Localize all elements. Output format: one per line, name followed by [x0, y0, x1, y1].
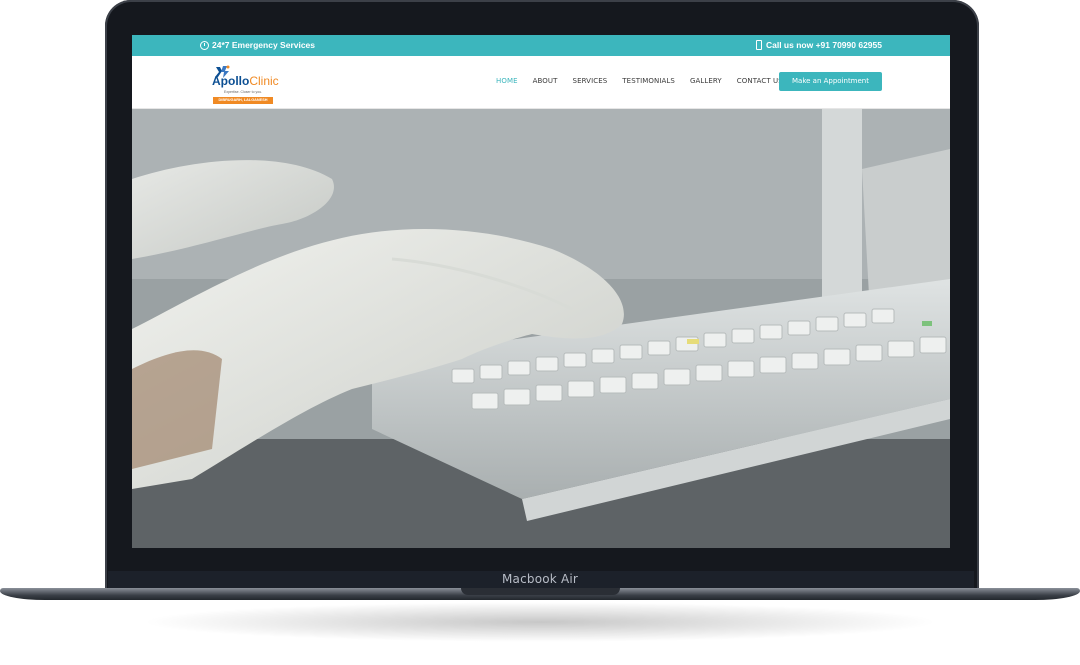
main-navbar: ApolloClinic Expertise. Closer to you. D… — [132, 56, 950, 109]
call-text[interactable]: Call us now +91 70990 62955 — [766, 40, 882, 50]
laptop-screen: 24*7 Emergency Services Call us now +91 … — [132, 35, 950, 548]
nav-testimonials[interactable]: TESTIMONIALS — [622, 77, 675, 85]
nav-contact-us[interactable]: CONTACT US — [737, 77, 783, 85]
logo-tagline: Expertise. Closer to you. — [224, 90, 263, 94]
nav-services[interactable]: SERVICES — [573, 77, 608, 85]
nav-about[interactable]: ABOUT — [533, 77, 558, 85]
clock-icon — [200, 40, 209, 50]
apollo-clinic-logo[interactable]: ApolloClinic Expertise. Closer to you. D… — [212, 65, 279, 105]
logo-location-badge: DIBRUGARH, LALGANESH — [213, 97, 273, 104]
make-appointment-button[interactable]: Make an Appointment — [779, 72, 882, 91]
logo-brand: ApolloClinic — [212, 75, 279, 87]
nav-home[interactable]: HOME — [496, 77, 518, 85]
logo-brand-part1: Apollo — [212, 74, 250, 88]
laptop-shadow — [140, 602, 940, 642]
call-info[interactable]: Call us now +91 70990 62955 — [755, 40, 882, 50]
device-label: Macbook Air — [501, 572, 579, 586]
emergency-info: 24*7 Emergency Services — [200, 40, 315, 50]
nav-gallery[interactable]: GALLERY — [690, 77, 722, 85]
logo-brand-part2: Clinic — [249, 74, 279, 88]
hero-illustration — [132, 109, 950, 548]
nav-menu: HOME ABOUT SERVICES TESTIMONIALS GALLERY… — [496, 77, 798, 85]
hero-image — [132, 109, 950, 548]
top-info-bar: 24*7 Emergency Services Call us now +91 … — [132, 35, 950, 56]
phone-icon — [755, 40, 762, 50]
laptop-base-notch — [461, 588, 620, 595]
emergency-text: 24*7 Emergency Services — [212, 40, 316, 50]
